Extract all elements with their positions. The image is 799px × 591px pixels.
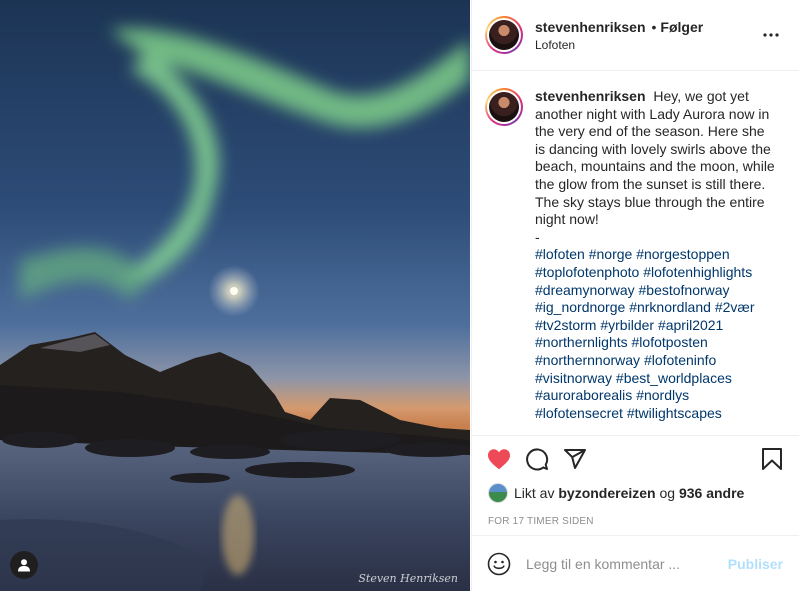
likes-conjunction: og [659, 485, 676, 501]
caption-username[interactable]: stevenhenriksen [535, 88, 646, 104]
post-details-panel: stevenhenriksen • Følger Lofoten stevenh… [471, 0, 799, 591]
hashtag-link[interactable]: #auroraborealis [535, 387, 632, 403]
likes-prefix: Likt av [514, 485, 555, 501]
caption-author-avatar[interactable] [485, 88, 523, 126]
like-button[interactable] [486, 446, 512, 472]
post-photo[interactable]: Steven Henriksen [0, 0, 470, 591]
caption-text: stevenhenriksen Hey, we got yet another … [535, 88, 775, 435]
liker-avatar[interactable] [488, 483, 508, 503]
hashtag-link[interactable]: #northernnorway [535, 352, 640, 368]
publish-button[interactable]: Publiser [728, 556, 783, 572]
aurora-landscape-image [0, 0, 470, 591]
hashtag-link[interactable]: #best_worldplaces [616, 370, 732, 386]
post-header: stevenhenriksen • Følger Lofoten [472, 0, 799, 71]
instagram-post: Steven Henriksen stevenhenriksen • Følge… [0, 0, 799, 591]
likes-others-link[interactable]: 936 andre [679, 485, 744, 501]
comment-composer: Publiser [472, 535, 799, 591]
hashtag-link[interactable]: #toplofotenphoto [535, 264, 639, 280]
separator-dot: • [651, 18, 657, 35]
hashtag-link[interactable]: #norgestoppen [636, 246, 729, 262]
hashtag-link[interactable]: #norge [589, 246, 633, 262]
hashtag-link[interactable]: #2vær [715, 299, 755, 315]
share-button[interactable] [562, 446, 588, 472]
hashtag-link[interactable]: #ig_nordnorge [535, 299, 625, 315]
hashtag-link[interactable]: #lofoteninfo [644, 352, 716, 368]
hashtag-link[interactable]: #lofotensecret [535, 405, 623, 421]
hashtag-link[interactable]: #april2021 [658, 317, 723, 333]
following-button[interactable]: Følger [660, 19, 703, 35]
comment-button[interactable] [524, 446, 550, 472]
caption-body: Hey, we got yet another night with Lady … [535, 88, 775, 228]
more-icon [763, 33, 779, 37]
share-icon [564, 449, 586, 469]
emoji-button[interactable] [486, 551, 512, 577]
hashtag-link[interactable]: #visitnorway [535, 370, 612, 386]
hashtag-link[interactable]: #lofotposten [632, 334, 708, 350]
caption-dash: - [535, 228, 540, 245]
post-location[interactable]: Lofoten [535, 38, 759, 52]
hashtag-link[interactable]: #lofoten [535, 246, 585, 262]
action-bar [472, 436, 799, 482]
hashtag-link[interactable]: #dreamynorway [535, 282, 635, 298]
hashtag-link[interactable]: #tv2storm [535, 317, 596, 333]
user-tag-icon [18, 559, 30, 572]
liker-username[interactable]: byzondereizen [558, 485, 655, 501]
photo-watermark: Steven Henriksen [358, 572, 458, 585]
likes-summary: Likt av byzondereizen og 936 andre [472, 482, 799, 504]
hashtag-link[interactable]: #yrbilder [600, 317, 654, 333]
user-tag-button[interactable] [10, 551, 38, 579]
caption-section: stevenhenriksen Hey, we got yet another … [472, 71, 799, 436]
heart-icon [488, 449, 510, 470]
bookmark-icon [762, 448, 782, 470]
hashtag-link[interactable]: #twilightscapes [627, 405, 722, 421]
comment-input[interactable] [526, 555, 728, 572]
hashtag-link[interactable]: #bestofnorway [639, 282, 730, 298]
more-options-button[interactable] [759, 23, 783, 47]
hashtag-link[interactable]: #nordlys [636, 387, 689, 403]
hashtag-link[interactable]: #lofotenhighlights [643, 264, 752, 280]
author-avatar[interactable] [485, 16, 523, 54]
hashtag-link[interactable]: #nrknordland [629, 299, 711, 315]
emoji-icon [487, 552, 511, 575]
hashtag-list: #lofoten #norge #norgestoppen #toplofote… [535, 246, 775, 422]
save-button[interactable] [759, 446, 785, 472]
author-username[interactable]: stevenhenriksen [535, 19, 646, 35]
hashtag-link[interactable]: #northernlights [535, 334, 628, 350]
comment-icon [526, 448, 549, 471]
post-timestamp[interactable]: FOR 17 TIMER SIDEN [472, 504, 799, 536]
